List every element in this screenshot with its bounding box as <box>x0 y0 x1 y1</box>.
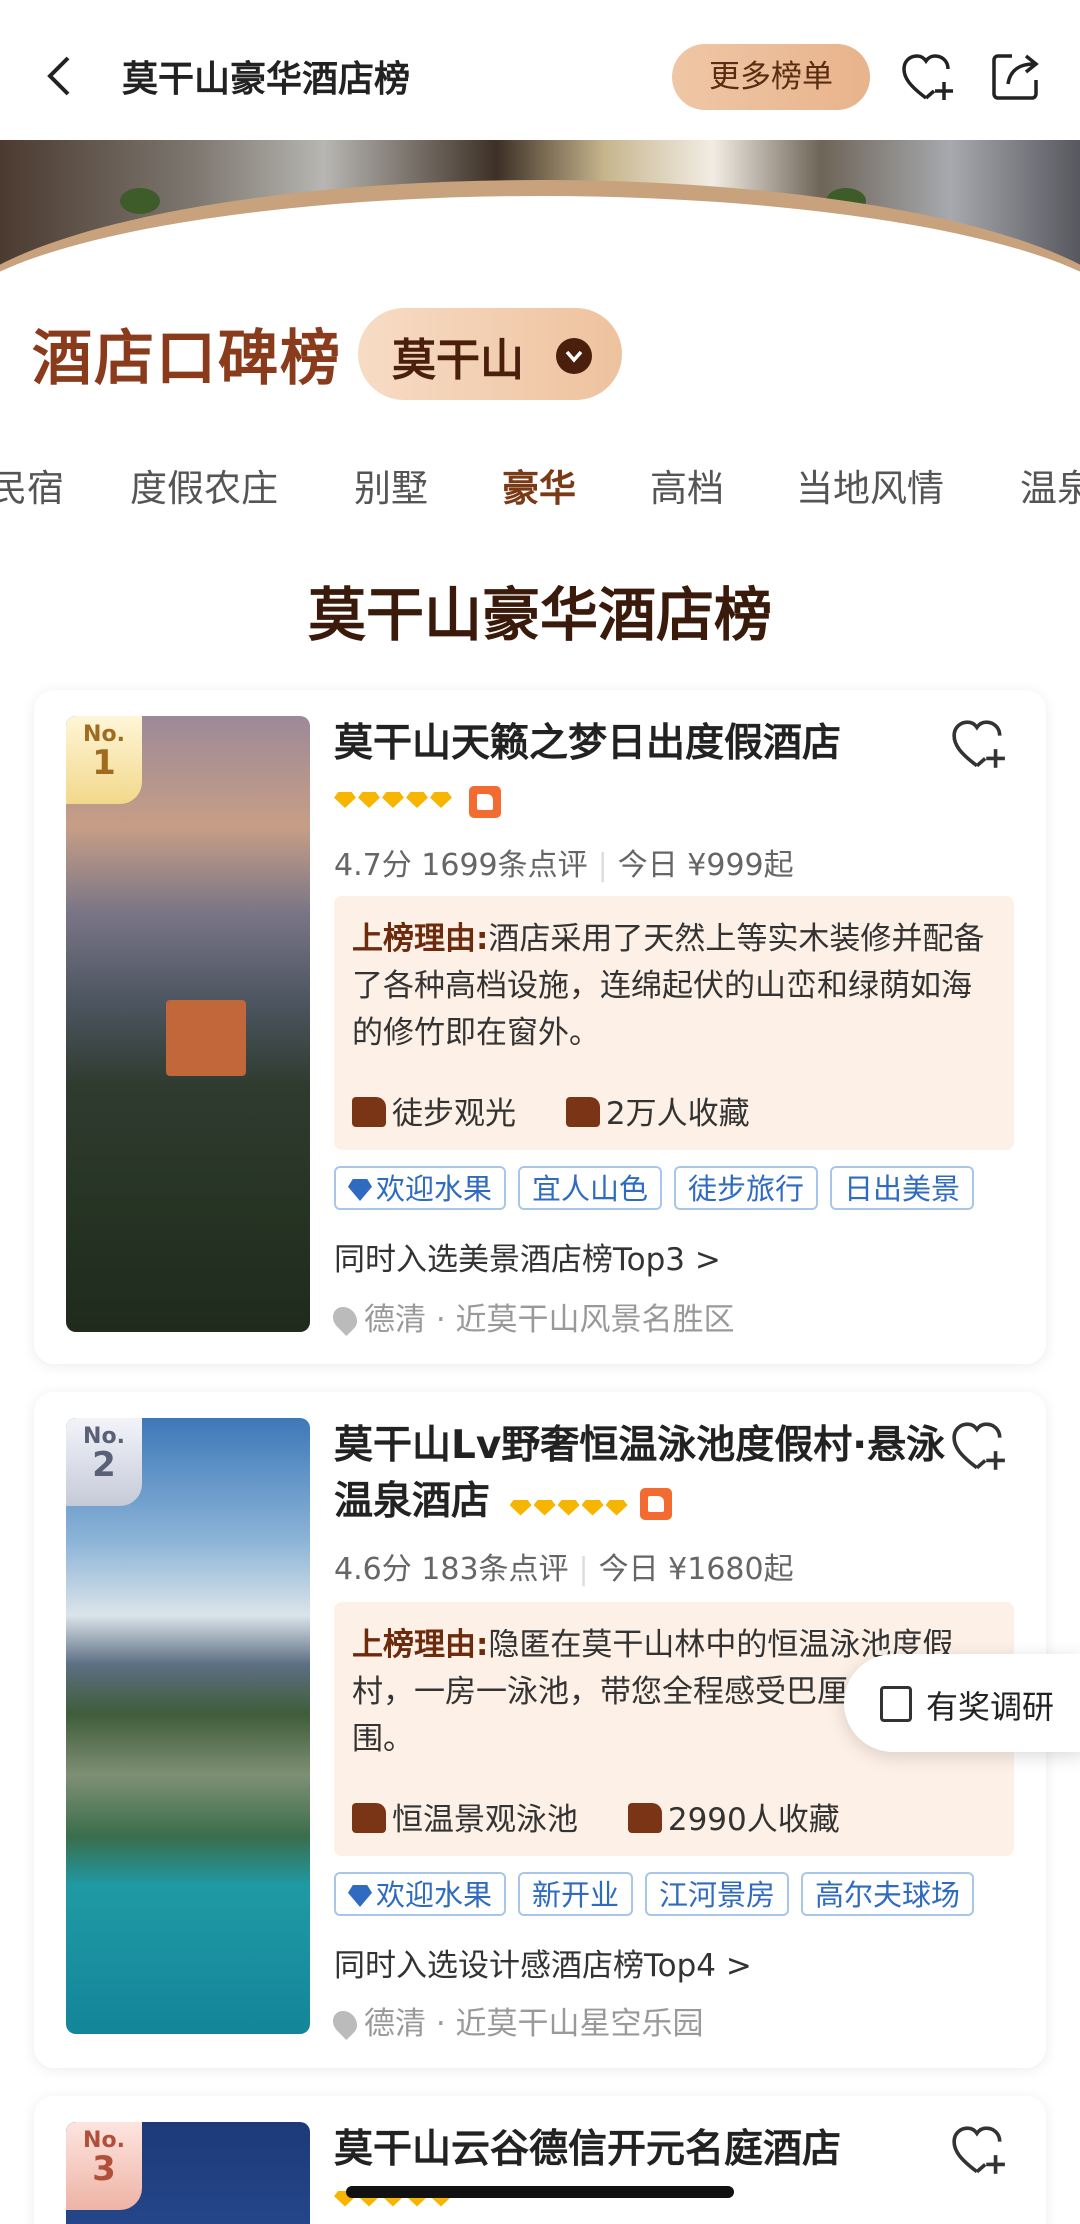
tag: 欢迎水果 <box>334 1166 507 1210</box>
rank-badge: No. 1 <box>66 716 142 804</box>
survey-label: 有奖调研 <box>926 1688 1055 1726</box>
tip-item: 2万人收藏 <box>565 1088 750 1133</box>
tab-resort-farm[interactable]: 度假农庄 <box>130 458 278 512</box>
hotel-name[interactable]: 莫干山Lv野奢恒温泳池度假村·悬泳温泉酒店 <box>334 1418 954 1532</box>
list-title: 莫干山豪华酒店榜 <box>307 581 772 649</box>
diamond-rating <box>334 792 454 812</box>
price: 今日 ¥1680起 <box>598 1552 794 1587</box>
hotel-card[interactable]: No. 3 莫干山云谷德信开元名庭酒店 <box>34 2096 1046 2224</box>
city-selector[interactable]: 莫干山 <box>358 308 622 400</box>
more-lists-button[interactable]: 更多榜单 <box>672 44 870 110</box>
hotel-photo[interactable]: No. 3 <box>66 2122 310 2224</box>
survey-button[interactable]: 有奖调研 <box>844 1654 1080 1752</box>
rank-number: 1 <box>92 743 116 783</box>
tab-villa[interactable]: 别墅 <box>354 458 428 512</box>
tag-row: 欢迎水果 新开业 江河景房 高尔夫球场 <box>334 1872 986 1916</box>
tab-upscale[interactable]: 高档 <box>650 458 724 512</box>
also-ranked-link[interactable]: 同时入选美景酒店榜Top3 > <box>334 1234 721 1279</box>
header-banner-image <box>0 140 1080 280</box>
score-line: 4.6分 183条点评 | 今日 ¥1680起 <box>334 1552 794 1587</box>
tip-item: 徒步观光 <box>352 1088 516 1133</box>
thumbs-up-icon <box>352 1803 386 1833</box>
tab-minsu[interactable]: 民宿 <box>0 458 64 512</box>
hotel-card[interactable]: No. 1 莫干山天籁之梦日出度假酒店 4.7分 1699条点评 | 今日 ¥999… <box>34 690 1046 1364</box>
banner-plant <box>120 188 160 214</box>
chevron-down-icon <box>556 338 592 374</box>
rating-row <box>334 786 502 818</box>
review-count[interactable]: 183条点评 <box>421 1552 568 1587</box>
highlight-tips: 徒步观光 2万人收藏 <box>352 1088 790 1133</box>
rank-badge: No. 3 <box>66 2122 142 2210</box>
favorite-hotel-button[interactable] <box>950 718 1008 772</box>
rank-number: 3 <box>92 2149 116 2189</box>
tab-local-style[interactable]: 当地风情 <box>796 458 944 512</box>
tag: 日出美景 <box>830 1166 975 1210</box>
ranking-brand-logo: 酒店口碑榜 <box>32 324 342 394</box>
tip-item: 2990人收藏 <box>627 1794 840 1839</box>
city-label: 莫干山 <box>392 335 524 386</box>
hotel-building <box>166 1000 246 1076</box>
tag: 新开业 <box>518 1872 634 1916</box>
tag: 高尔夫球场 <box>801 1872 975 1916</box>
tag-row: 欢迎水果 宜人山色 徒步旅行 日出美景 <box>334 1166 986 1210</box>
diamond-icon <box>348 1885 372 1907</box>
rank-badge: No. 2 <box>66 1418 142 1506</box>
hotel-name[interactable]: 莫干山云谷德信开元名庭酒店 <box>334 2122 954 2178</box>
banner-curve <box>0 180 1080 280</box>
home-indicator[interactable] <box>346 2186 734 2198</box>
tab-luxury[interactable]: 豪华 <box>502 458 576 518</box>
also-ranked-link[interactable]: 同时入选设计感酒店榜Top4 > <box>334 1940 752 1985</box>
heart-plus-icon <box>902 54 953 100</box>
location-pin-icon <box>328 1302 362 1336</box>
back-button[interactable] <box>40 52 80 100</box>
favorite-hotel-button[interactable] <box>950 2124 1008 2178</box>
recommend-badge-icon <box>639 1487 672 1520</box>
score: 4.6分 <box>334 1552 412 1587</box>
location-line: 德清 · 近莫干山风景名胜区 <box>328 1294 735 1339</box>
hotel-photo[interactable]: No. 2 <box>66 1418 310 2034</box>
hotel-name[interactable]: 莫干山天籁之梦日出度假酒店 <box>334 716 954 772</box>
score: 4.7分 <box>334 848 412 883</box>
review-count[interactable]: 1699条点评 <box>421 848 587 883</box>
favorite-button[interactable] <box>900 52 956 104</box>
top-nav-bar: 莫干山豪华酒店榜 更多榜单 <box>0 0 1080 140</box>
tip-item: 恒温景观泳池 <box>352 1794 578 1839</box>
reason-text: 上榜理由:酒店采用了天然上等实木装修并配备了各种高档设施，连绵起伏的山峦和绿荫如… <box>352 921 985 1051</box>
category-tabs: 民宿 度假农庄 别墅 豪华 高档 当地风情 温泉 <box>0 458 1080 528</box>
share-button[interactable] <box>990 50 1042 102</box>
location-line: 德清 · 近莫干山星空乐园 <box>328 1998 704 2043</box>
location-pin-icon <box>328 2006 362 2040</box>
survey-edit-icon <box>880 1686 912 1722</box>
chevron-left-icon <box>47 56 70 96</box>
tag: 欢迎水果 <box>334 1872 507 1916</box>
heart-plus-icon <box>952 720 1005 768</box>
hotel-photo[interactable]: No. 1 <box>66 716 310 1332</box>
tab-hot-spring[interactable]: 温泉 <box>1020 458 1080 512</box>
thumbs-up-icon <box>352 1097 386 1127</box>
highlight-tips: 恒温景观泳池 2990人收藏 <box>352 1794 880 1839</box>
tag: 江河景房 <box>645 1872 790 1916</box>
recommend-badge-icon <box>469 786 502 818</box>
score-line: 4.7分 1699条点评 | 今日 ¥999起 <box>334 848 794 883</box>
thumbs-up-icon <box>565 1097 600 1127</box>
diamond-icon <box>348 1179 372 1201</box>
page-title: 莫干山豪华酒店榜 <box>122 59 411 100</box>
favorite-hotel-button[interactable] <box>950 1420 1008 1474</box>
price: 今日 ¥999起 <box>617 848 794 883</box>
tag: 徒步旅行 <box>674 1166 819 1210</box>
diamond-rating <box>509 1476 630 1532</box>
share-icon <box>992 54 1039 100</box>
main-content: 酒店口碑榜 莫干山 民宿 度假农庄 别墅 豪华 高档 当地风情 温泉 莫干山豪华… <box>0 280 1080 2224</box>
rank-number: 2 <box>92 1445 116 1485</box>
tag: 宜人山色 <box>518 1166 663 1210</box>
heart-plus-icon <box>952 1422 1005 1470</box>
reason-box: 上榜理由:酒店采用了天然上等实木装修并配备了各种高档设施，连绵起伏的山峦和绿荫如… <box>334 896 1014 1150</box>
thumbs-up-icon <box>627 1803 662 1833</box>
heart-plus-icon <box>952 2126 1005 2174</box>
